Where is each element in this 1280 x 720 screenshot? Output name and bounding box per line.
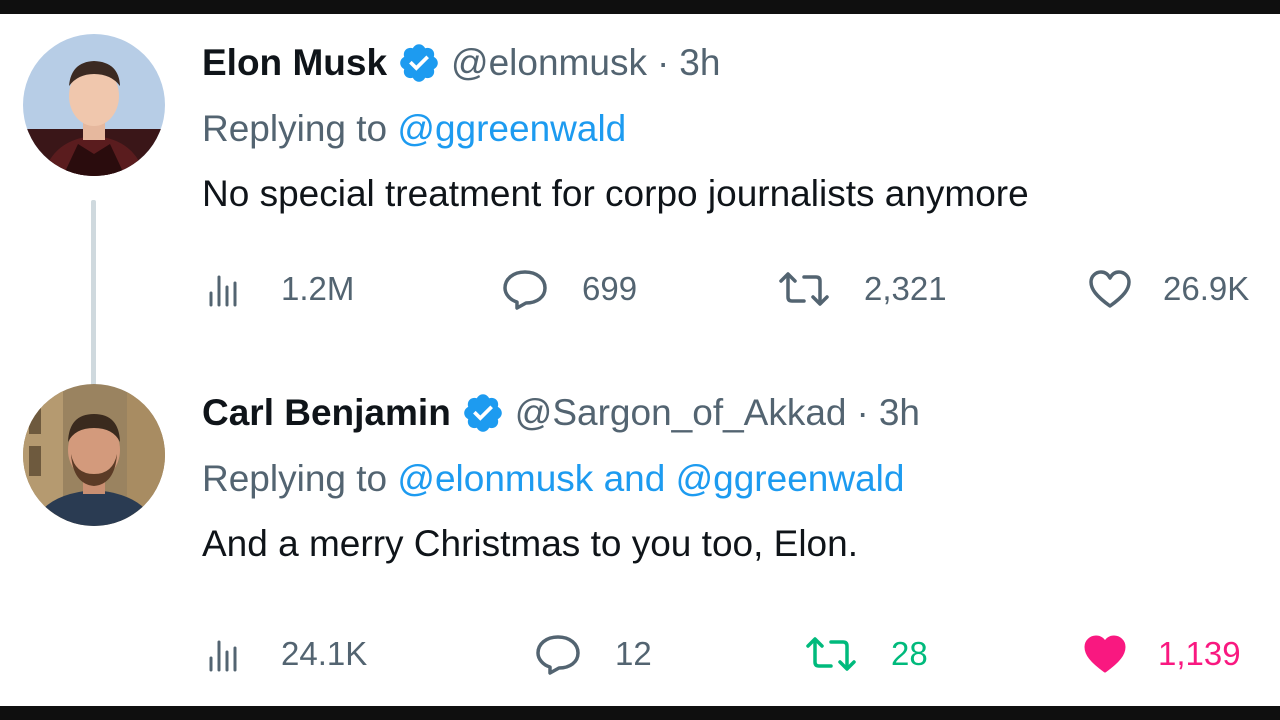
display-name[interactable]: Carl Benjamin	[202, 388, 451, 438]
verified-badge-icon	[461, 391, 505, 435]
tweet[interactable]: Carl Benjamin @Sargon_of_Akkad · 3h Repl…	[0, 364, 1280, 706]
views-count: 24.1K	[281, 635, 368, 672]
tweet-thread: Elon Musk @elonmusk · 3h Replying to @gg…	[0, 14, 1280, 706]
retweet-button[interactable]: 2,321	[776, 264, 947, 314]
reply-count: 699	[582, 270, 638, 307]
views-icon	[205, 267, 249, 311]
retweet-icon	[776, 267, 832, 311]
verified-badge-icon	[397, 41, 441, 85]
views-count: 1.2M	[281, 270, 355, 307]
reply-button[interactable]: 699	[500, 264, 637, 314]
replying-to-line: Replying to @ggreenwald	[202, 104, 626, 154]
timestamp[interactable]: 3h	[679, 38, 720, 88]
like-count: 26.9K	[1163, 270, 1250, 307]
tweet-header: Elon Musk @elonmusk · 3h	[202, 38, 720, 88]
replying-to-mention[interactable]: @ggreenwald	[397, 108, 626, 149]
retweet-count: 2,321	[864, 270, 947, 307]
avatar[interactable]	[23, 384, 165, 526]
retweet-count: 28	[891, 635, 928, 672]
tweet-actions: 24.1K 12 28 1,139	[0, 629, 1280, 679]
views-icon	[205, 632, 249, 676]
views-button[interactable]: 24.1K	[205, 629, 367, 679]
retweet-icon	[803, 632, 859, 676]
like-button[interactable]: 1,139	[1082, 629, 1241, 679]
display-name[interactable]: Elon Musk	[202, 38, 387, 88]
replying-to-mention[interactable]: @elonmusk and @ggreenwald	[397, 458, 904, 499]
separator-dot: ·	[656, 42, 670, 83]
avatar[interactable]	[23, 34, 165, 176]
views-button[interactable]: 1.2M	[205, 264, 354, 314]
retweet-button[interactable]: 28	[803, 629, 928, 679]
reply-button[interactable]: 12	[533, 629, 652, 679]
handle[interactable]: @Sargon_of_Akkad	[515, 388, 847, 438]
like-icon	[1087, 268, 1133, 310]
reply-icon	[533, 631, 583, 677]
replying-prefix: Replying to	[202, 458, 388, 499]
tweet-actions: 1.2M 699 2,321 26.9K	[0, 264, 1280, 314]
handle[interactable]: @elonmusk	[451, 38, 647, 88]
tweet-header: Carl Benjamin @Sargon_of_Akkad · 3h	[202, 388, 920, 438]
like-icon	[1082, 633, 1128, 675]
separator-dot: ·	[856, 392, 869, 433]
tweet-text: And a merry Christmas to you too, Elon.	[202, 523, 858, 564]
like-count: 1,139	[1158, 635, 1241, 672]
replying-prefix: Replying to	[202, 108, 388, 149]
timestamp[interactable]: 3h	[879, 388, 920, 438]
tweet-text: No special treatment for corpo journalis…	[202, 173, 1029, 214]
like-button[interactable]: 26.9K	[1087, 264, 1249, 314]
reply-icon	[500, 266, 550, 312]
tweet[interactable]: Elon Musk @elonmusk · 3h Replying to @gg…	[0, 14, 1280, 364]
reply-count: 12	[615, 635, 652, 672]
replying-to-line: Replying to @elonmusk and @ggreenwald	[202, 454, 904, 504]
